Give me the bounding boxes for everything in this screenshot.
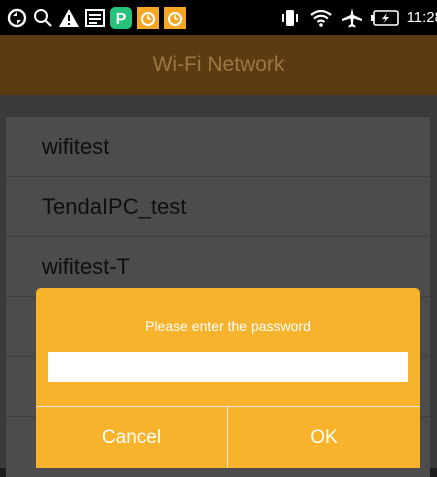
svg-text:P: P — [116, 11, 127, 28]
network-item[interactable]: wifitest — [6, 117, 430, 177]
sync-icon — [6, 7, 28, 29]
battery-charging-icon — [370, 9, 399, 26]
airplane-icon — [341, 7, 363, 29]
network-name: wifitest-T — [42, 253, 130, 279]
password-input[interactable] — [48, 352, 408, 382]
network-name: TendaIPC_test — [42, 193, 187, 219]
vibrate-icon — [279, 9, 301, 27]
status-time: 11:28 — [406, 9, 437, 26]
alarm-clock-icon — [137, 6, 159, 29]
page-title: Wi-Fi Network — [152, 53, 285, 76]
password-dialog: Please enter the password Cancel OK — [36, 288, 420, 468]
alarm-clock-icon — [164, 6, 186, 29]
warning-icon — [58, 8, 80, 28]
search-icon — [33, 8, 53, 28]
wifi-icon — [309, 8, 333, 28]
status-bar-right: 11:28 — [279, 0, 437, 35]
dialog-prompt: Please enter the password — [145, 318, 311, 334]
status-bar-left: P — [6, 6, 186, 29]
cancel-button[interactable]: Cancel — [36, 407, 227, 468]
network-name: wifitest — [42, 133, 110, 159]
title-bar: Wi-Fi Network — [0, 35, 437, 95]
parking-app-icon: P — [110, 6, 132, 29]
status-bar: P 11:28 — [0, 0, 437, 35]
network-item[interactable]: TendaIPC_test — [6, 177, 430, 237]
image-icon — [85, 8, 105, 27]
ok-button[interactable]: OK — [228, 407, 420, 468]
